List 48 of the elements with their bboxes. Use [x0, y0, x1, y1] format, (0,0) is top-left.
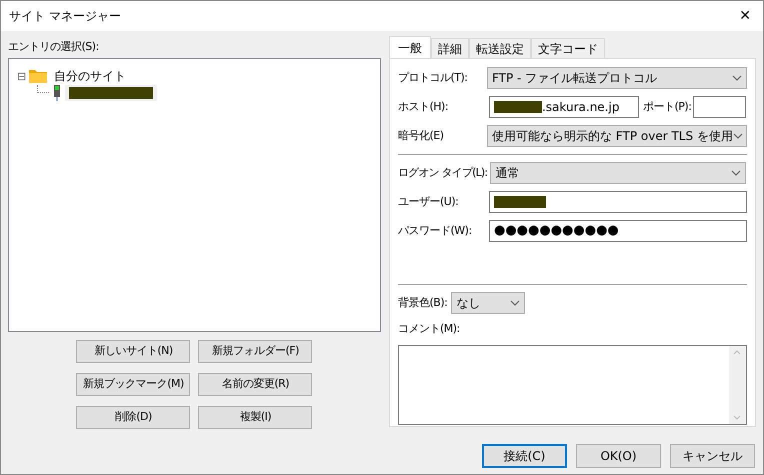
scroll-up-icon	[733, 350, 742, 354]
folder-icon	[29, 69, 48, 83]
action-button[interactable]: 新しいサイト(N)	[76, 340, 190, 363]
dialog-button[interactable]: キャンセル	[670, 444, 755, 468]
action-button[interactable]: 新規フォルダー(F)	[198, 340, 312, 363]
dialog-button[interactable]: 接続(C)	[482, 444, 567, 468]
action-button[interactable]: 削除(D)	[76, 406, 190, 429]
field-label: プロトコル(T):	[398, 70, 468, 86]
action-button[interactable]: 新規ブックマーク(M)	[76, 373, 190, 396]
field-label: 暗号化(E)	[398, 128, 445, 144]
chevron-down-icon	[732, 133, 743, 139]
action-button[interactable]: 複製(I)	[198, 406, 312, 429]
scroll-down-icon	[733, 414, 742, 420]
field-label: ホスト(H):	[398, 98, 450, 115]
dropdown[interactable]: なし	[451, 292, 526, 314]
tree-item[interactable]: 自分のサイト	[54, 67, 126, 85]
tab[interactable]: 転送設定	[468, 38, 531, 58]
chevron-down-icon	[510, 300, 520, 306]
dropdown[interactable]: 使用可能なら明示的な FTP over TLS を使用	[486, 125, 747, 147]
scrollbar[interactable]	[728, 346, 746, 424]
field-label: ログオン タイプ(L):	[398, 164, 488, 181]
window-title: サイト マネージャー	[9, 8, 121, 25]
user-field[interactable]	[488, 191, 747, 213]
port-field[interactable]	[693, 96, 746, 118]
dropdown[interactable]: 通常	[490, 162, 746, 184]
dialog-button[interactable]: OK(O)	[576, 444, 661, 468]
chevron-down-icon	[731, 170, 741, 176]
server-icon	[53, 85, 61, 101]
host-text: .sakura.ne.jp	[542, 99, 620, 116]
chevron-down-icon	[732, 75, 742, 81]
redaction-block	[494, 196, 546, 208]
password-field[interactable]: ●●●●●●●●●●●	[488, 220, 747, 242]
field-label: 背景色(B):	[398, 294, 448, 311]
tab[interactable]: 一般	[388, 36, 431, 58]
action-button[interactable]: 名前の変更(R)	[198, 373, 312, 396]
dropdown[interactable]: FTP - ファイル転送プロトコル	[486, 67, 747, 89]
close-button[interactable]: ✕	[739, 9, 751, 23]
comment-field[interactable]	[398, 344, 747, 424]
host-field[interactable]: .sakura.ne.jp	[488, 96, 639, 118]
tab[interactable]: 文字コード	[530, 38, 605, 58]
collapse-toggle[interactable]: ⊟	[17, 70, 26, 82]
field-label: ユーザー(U):	[398, 194, 460, 210]
tree-item[interactable]	[65, 85, 157, 101]
field-label: コメント(M):	[398, 321, 461, 337]
field-label: エントリの選択(S):	[8, 39, 100, 55]
tab[interactable]: 詳細	[430, 38, 469, 58]
field-label: ポート(P):	[642, 98, 692, 115]
field-label: パスワード(W):	[398, 222, 473, 239]
